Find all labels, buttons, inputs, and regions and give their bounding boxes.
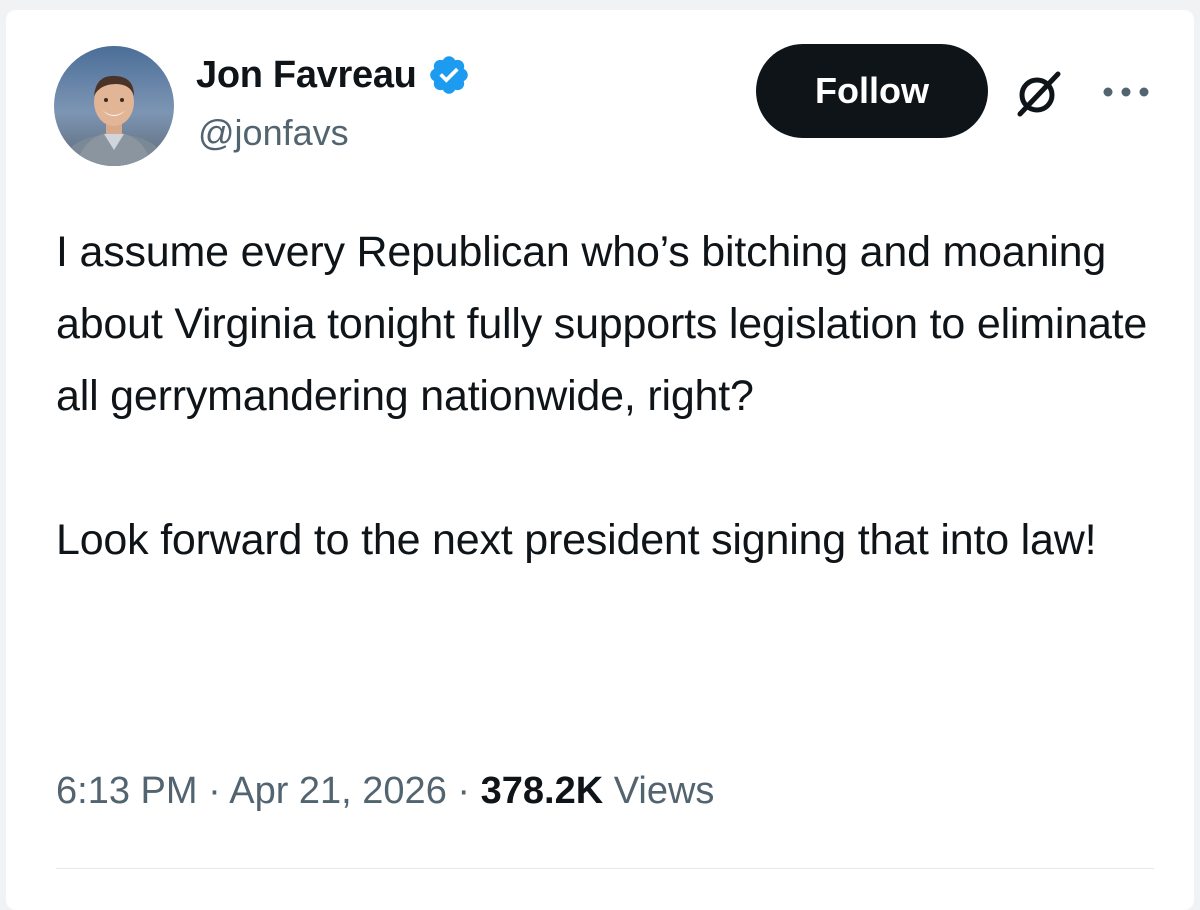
views-label: Views bbox=[613, 770, 715, 812]
tweet-time[interactable]: 6:13 PM bbox=[56, 770, 198, 812]
author-handle[interactable]: @jonfavs bbox=[198, 112, 349, 154]
meta-separator: · bbox=[197, 770, 230, 812]
divider bbox=[56, 868, 1154, 869]
tweet-paragraph: I assume every Republican who’s bitching… bbox=[56, 228, 1148, 420]
author-name-row[interactable]: Jon Favreau bbox=[196, 50, 471, 100]
avatar[interactable] bbox=[54, 46, 174, 166]
views-count: 378.2K bbox=[480, 770, 604, 812]
grok-slash-icon[interactable] bbox=[1010, 66, 1066, 122]
author-display-name[interactable]: Jon Favreau bbox=[196, 54, 417, 97]
meta-separator: · bbox=[446, 770, 481, 812]
tweet-date[interactable]: Apr 21, 2026 bbox=[229, 770, 447, 812]
verified-badge-icon[interactable] bbox=[427, 53, 471, 97]
tweet-meta: 6:13 PM · Apr 21, 2026 · 378.2K Views bbox=[56, 770, 714, 813]
tweet-text: I assume every Republican who’s bitching… bbox=[56, 216, 1166, 576]
tweet-card: Jon Favreau @jonfavs Follow I assume eve… bbox=[6, 10, 1194, 910]
avatar-photo bbox=[54, 46, 174, 166]
follow-button[interactable]: Follow bbox=[756, 44, 988, 138]
more-dots-icon[interactable] bbox=[1096, 76, 1156, 106]
tweet-paragraph: Look forward to the next president signi… bbox=[56, 516, 1097, 564]
